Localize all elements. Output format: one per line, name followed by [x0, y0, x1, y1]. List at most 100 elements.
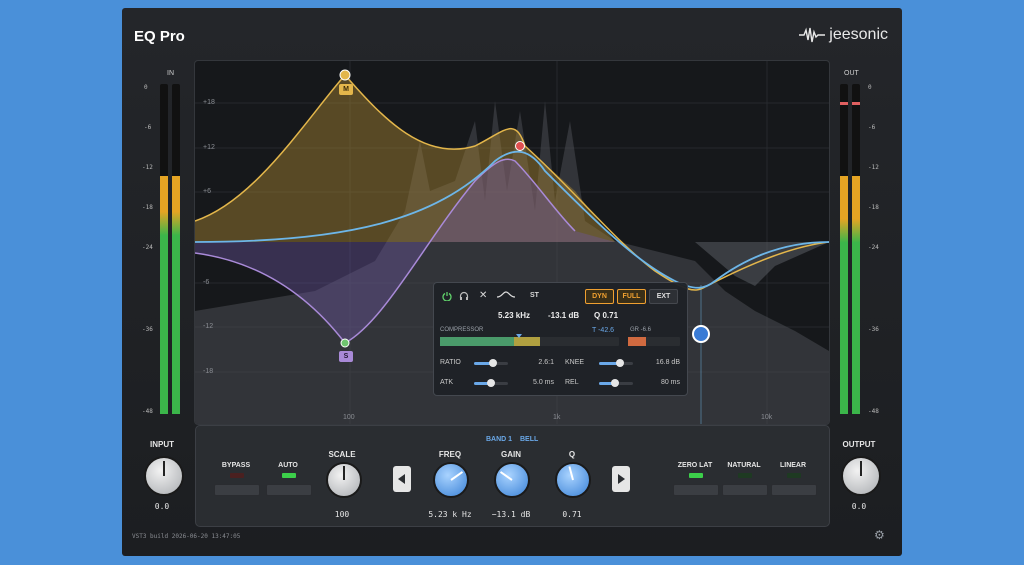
gear-icon[interactable]: ⚙ — [874, 528, 886, 542]
db-label-6: +6 — [203, 188, 211, 195]
plugin-window: EQ Pro jeesonic IN 0 -6 -12 -18 -24 -36 … — [122, 8, 902, 556]
band-popup: ✕ ST DYN FULL EXT 5.23 kHz -13.1 dB Q 0.… — [433, 282, 688, 396]
freq-label-10k: 10k — [761, 414, 773, 421]
dyn-button[interactable]: DYN — [585, 289, 614, 304]
gr-value: GR -6.6 — [630, 327, 652, 333]
scale-value: 100 — [334, 510, 350, 519]
freq-knob-label: FREQ — [438, 450, 462, 459]
waveform-icon — [799, 27, 826, 43]
node-mid-handle — [340, 338, 350, 348]
popup-q: Q 0.71 — [594, 311, 619, 320]
bell-shape-icon[interactable] — [497, 290, 515, 300]
auto-label: AUTO — [278, 462, 298, 469]
out-scale-48: -48 — [868, 408, 879, 415]
node-high-handle — [515, 141, 525, 151]
output-label: OUTPUT — [842, 440, 876, 449]
linear-button[interactable] — [771, 473, 817, 496]
out-meter-label: OUT — [844, 70, 859, 77]
node-low-tag[interactable]: M — [339, 84, 353, 95]
band-label[interactable]: BAND 1 — [486, 436, 512, 443]
brand-logo: jeesonic — [799, 26, 888, 44]
scale-label: SCALE — [328, 450, 356, 459]
db-label-18: +18 — [203, 99, 215, 106]
out-scale-36: -36 — [868, 326, 879, 333]
in-scale-6: -6 — [144, 124, 152, 131]
compressor-label: COMPRESSOR — [440, 327, 484, 333]
q-knob[interactable] — [555, 462, 591, 498]
output-value: 0.0 — [851, 502, 867, 511]
ratio-label: RATIO — [440, 359, 461, 366]
popup-freq: 5.23 kHz — [498, 311, 531, 320]
chevron-right-icon — [618, 474, 625, 484]
node-selected-handle — [692, 325, 710, 343]
next-band-button[interactable] — [612, 466, 630, 492]
control-panel: BAND 1 BELL BYPASS AUTO SCALE 100 FREQ 5… — [195, 425, 830, 527]
db-label-12: +12 — [203, 144, 215, 151]
freq-knob-value: 5.23 k Hz — [428, 510, 472, 519]
db-label-m18: -18 — [203, 368, 214, 375]
node-low-handle — [339, 69, 351, 81]
gain-knob-value: −13.1 dB — [491, 510, 531, 519]
in-scale-18: -18 — [142, 204, 153, 211]
input-value: 0.0 — [154, 502, 170, 511]
natural-button[interactable] — [722, 473, 768, 496]
out-scale-0: 0 — [868, 84, 872, 91]
ratio-value: 2.6:1 — [538, 359, 554, 366]
in-meter-left — [160, 84, 168, 414]
ext-button[interactable]: EXT — [649, 289, 678, 304]
full-button[interactable]: FULL — [617, 289, 646, 304]
in-scale-36: -36 — [142, 326, 153, 333]
node-mid-tag[interactable]: S — [339, 351, 353, 362]
out-peak-right — [852, 102, 860, 105]
in-meter-right — [172, 84, 180, 414]
out-scale-24: -24 — [868, 244, 879, 251]
out-scale-18: -18 — [868, 204, 879, 211]
eq-graph[interactable]: M S +18 +12 +6 -6 -12 -18 100 1k 10k ✕ S… — [194, 60, 830, 425]
natural-label: NATURAL — [727, 462, 761, 469]
knee-label: KNEE — [565, 359, 585, 366]
in-scale-48: -48 — [142, 408, 153, 415]
threshold-meter[interactable] — [440, 334, 619, 346]
output-knob[interactable] — [841, 456, 881, 496]
band-type-label[interactable]: BELL — [520, 436, 538, 443]
headphones-icon[interactable] — [459, 291, 469, 301]
power-icon[interactable] — [442, 291, 452, 301]
in-scale-12: -12 — [142, 164, 153, 171]
input-label: INPUT — [150, 440, 174, 449]
threshold-value: T -42.6 — [592, 327, 615, 334]
freq-label-100: 100 — [343, 414, 355, 421]
rel-slider[interactable] — [599, 379, 633, 387]
linear-label: LINEAR — [779, 462, 807, 469]
zero-lat-button[interactable] — [673, 473, 719, 496]
gain-knob-label: GAIN — [501, 450, 521, 459]
q-knob-value: 0.71 — [562, 510, 582, 519]
db-label-m6: -6 — [203, 279, 210, 286]
bypass-label: BYPASS — [221, 462, 251, 469]
freq-knob[interactable] — [433, 462, 469, 498]
chevron-left-icon — [398, 474, 405, 484]
stereo-button[interactable]: ST — [530, 292, 539, 299]
prev-band-button[interactable] — [393, 466, 411, 492]
input-knob[interactable] — [144, 456, 184, 496]
rel-label: REL — [565, 379, 579, 386]
popup-gain: -13.1 dB — [548, 311, 580, 320]
close-icon[interactable]: ✕ — [479, 290, 487, 301]
plugin-title: EQ Pro — [134, 28, 185, 45]
out-peak-left — [840, 102, 848, 105]
knee-slider[interactable] — [599, 359, 633, 367]
ratio-slider[interactable] — [474, 359, 508, 367]
gain-knob[interactable] — [494, 462, 530, 498]
atk-value: 5.0 ms — [532, 379, 554, 386]
scale-knob[interactable] — [326, 462, 362, 498]
in-scale-0: 0 — [144, 84, 148, 91]
auto-button[interactable] — [266, 473, 312, 496]
atk-label: ATK — [440, 379, 454, 386]
knee-value: 16.8 dB — [655, 359, 680, 366]
out-scale-12: -12 — [868, 164, 879, 171]
out-meter-right — [852, 84, 860, 414]
db-label-m12: -12 — [203, 323, 214, 330]
atk-slider[interactable] — [474, 379, 508, 387]
gr-meter — [628, 337, 680, 346]
bypass-button[interactable] — [214, 473, 260, 496]
zero-lat-label: ZERO LAT — [677, 462, 713, 469]
